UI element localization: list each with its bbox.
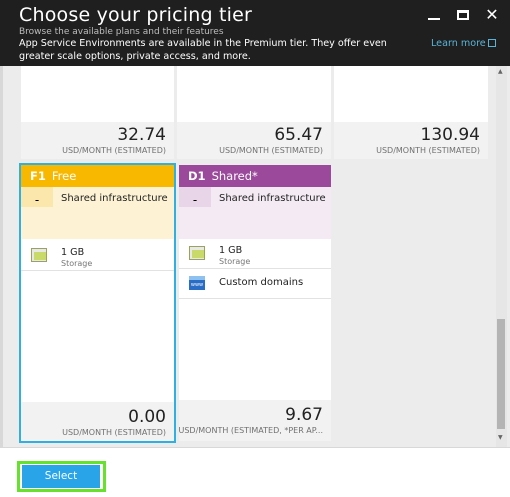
- ase-description: App Service Environments are available i…: [19, 38, 387, 62]
- divider: [179, 268, 331, 269]
- storage-item: 1 GB Storage: [179, 241, 331, 271]
- blade-footer: Select: [0, 447, 510, 497]
- price-value: 130.94: [420, 125, 480, 145]
- storage-item: 1 GB Storage: [21, 243, 174, 273]
- tier-header: D1 Shared*: [179, 165, 331, 187]
- price-value: 65.47: [274, 125, 323, 145]
- feature-row-fill: [21, 207, 174, 239]
- minimize-icon[interactable]: [426, 7, 442, 23]
- feature-label: Shared infrastructure: [61, 193, 168, 204]
- storage-icon: [31, 248, 47, 262]
- storage-label: Storage: [219, 257, 251, 266]
- learn-more-link[interactable]: Learn more: [431, 38, 496, 49]
- scroll-down-icon[interactable]: ▼: [498, 434, 503, 441]
- price-unit: USD/MONTH (ESTIMATED): [62, 146, 166, 155]
- tier-card-f1-free[interactable]: F1 Free - Shared infrastructure 1 GB Stor…: [19, 163, 176, 443]
- price-unit: USD/MONTH (ESTIMATED, *PER AP...: [178, 426, 323, 435]
- price-value: 32.74: [117, 125, 166, 145]
- tier-card[interactable]: 65.47 USD/MONTH (ESTIMATED): [177, 66, 331, 159]
- storage-label: Storage: [61, 259, 93, 268]
- close-icon[interactable]: ✕: [484, 7, 500, 23]
- price-unit: USD/MONTH (ESTIMATED): [376, 146, 480, 155]
- tier-code: F1: [30, 169, 46, 183]
- custom-domains-label: Custom domains: [219, 277, 304, 288]
- storage-size: 1 GB: [219, 245, 243, 256]
- price-unit: USD/MONTH (ESTIMATED): [219, 146, 323, 155]
- storage-icon: [189, 246, 205, 260]
- www-icon: www: [189, 276, 205, 290]
- divider: [21, 270, 174, 271]
- scroll-up-icon[interactable]: ▲: [498, 68, 503, 75]
- blade-header: Choose your pricing tier Browse the avai…: [0, 0, 510, 66]
- page-subtitle: Browse the available plans and their fea…: [19, 27, 224, 37]
- divider: [179, 298, 331, 299]
- tier-name: Free: [51, 169, 77, 183]
- price-value: 9.67: [285, 405, 323, 425]
- page-title: Choose your pricing tier: [19, 4, 252, 26]
- tier-code: D1: [188, 169, 206, 183]
- feature-row-fill: [179, 207, 331, 239]
- tier-card[interactable]: 130.94 USD/MONTH (ESTIMATED): [334, 66, 488, 159]
- select-button[interactable]: Select: [22, 465, 100, 488]
- learn-more-label: Learn more: [431, 38, 486, 49]
- vertical-scrollbar[interactable]: ▲ ▼: [496, 66, 507, 447]
- price-unit: USD/MONTH (ESTIMATED): [62, 428, 166, 437]
- tier-card-d1-shared[interactable]: D1 Shared* - Shared infrastructure 1 GB S…: [178, 165, 331, 441]
- external-link-icon: [487, 39, 496, 47]
- feature-label: Shared infrastructure: [219, 193, 326, 204]
- storage-size: 1 GB: [61, 247, 85, 258]
- price-value: 0.00: [128, 407, 166, 427]
- tier-name: Shared*: [211, 169, 258, 183]
- tier-list: 32.74 USD/MONTH (ESTIMATED) 65.47 USD/MO…: [0, 66, 510, 447]
- scrollbar-thumb[interactable]: [497, 319, 505, 429]
- maximize-icon[interactable]: [455, 7, 471, 23]
- tier-header: F1 Free: [21, 165, 174, 187]
- custom-domains-item: www Custom domains: [179, 271, 331, 301]
- tier-card[interactable]: 32.74 USD/MONTH (ESTIMATED): [21, 66, 174, 159]
